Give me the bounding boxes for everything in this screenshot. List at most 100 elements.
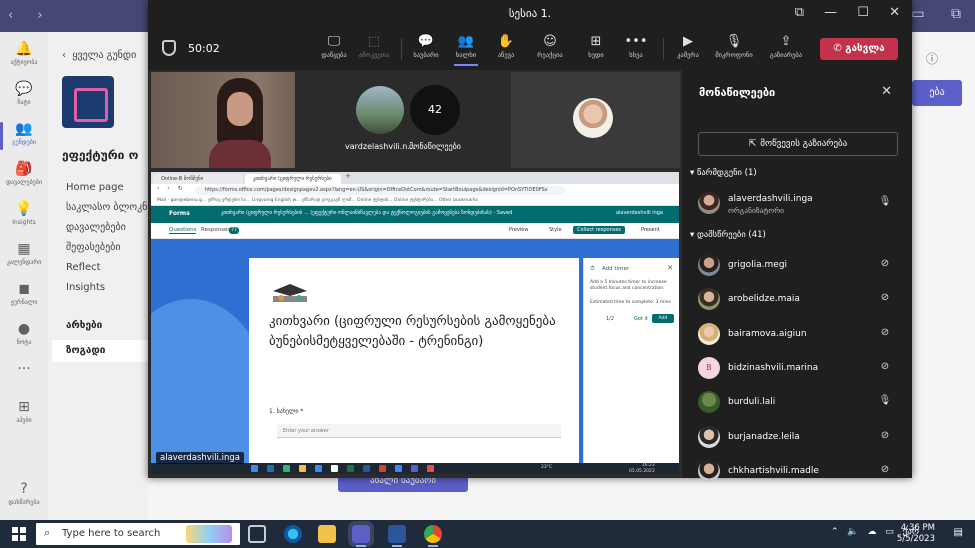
- channels-section[interactable]: არხები: [66, 320, 102, 331]
- taskbar-app-icon[interactable]: [363, 465, 370, 472]
- file-explorer-icon[interactable]: [318, 525, 336, 543]
- address-input[interactable]: https://forms.office.com/pages/designpag…: [195, 186, 565, 195]
- present-button[interactable]: Present: [641, 227, 660, 233]
- mic-on-icon[interactable]: 🎙: [878, 196, 892, 210]
- tab-responses[interactable]: Responses: [201, 227, 230, 233]
- taskbar-search[interactable]: ⌕ Type here to search: [36, 523, 240, 545]
- timer-pagination[interactable]: 1/2: [606, 316, 614, 322]
- tab-questions[interactable]: Questions: [169, 227, 197, 234]
- meet-button[interactable]: ება: [912, 80, 962, 106]
- rail-more[interactable]: ···: [0, 356, 48, 396]
- rail-app[interactable]: ● ნოტა: [0, 316, 48, 356]
- start-icon[interactable]: [12, 527, 26, 541]
- collect-responses-button[interactable]: Collect responses: [573, 226, 626, 234]
- rail-insights[interactable]: 💡 Insights: [0, 196, 48, 236]
- taskbar-app-icon[interactable]: [395, 465, 402, 472]
- all-teams-back-link[interactable]: ‹ ყველა გუნდი: [62, 50, 136, 61]
- forms-user[interactable]: alaverdashvili inga: [616, 210, 663, 216]
- team-link-home[interactable]: Home page: [66, 182, 124, 193]
- leave-button[interactable]: ✆ გასვლა: [820, 38, 898, 60]
- participant-row[interactable]: arobelidze.maia ⊘: [698, 284, 898, 314]
- new-tab-icon[interactable]: +: [345, 172, 351, 180]
- browser-tab-active[interactable]: კითხვარი (ციფრული რესურსები: [245, 174, 341, 184]
- rail-help[interactable]: ? დახმარება: [0, 476, 48, 516]
- meeting-window-controls[interactable]: ⧉ — ☐ ✕: [795, 5, 900, 20]
- teams-window-controls[interactable]: ▭ ⧉: [911, 6, 961, 22]
- browser-nav-icons[interactable]: ‹ › ↻: [157, 185, 186, 192]
- rail-assignments[interactable]: 🎒 დავალებები: [0, 156, 48, 196]
- team-link-assignments[interactable]: დავალებები: [66, 222, 126, 233]
- word-icon[interactable]: [388, 525, 406, 547]
- rail-apps[interactable]: ⊞ აპები: [0, 394, 48, 434]
- close-icon[interactable]: ✕: [667, 264, 673, 272]
- add-timer-button[interactable]: Add: [652, 314, 674, 323]
- taskbar-app-icon[interactable]: [331, 465, 338, 472]
- form-title[interactable]: კითხვარი (ციფრული რესურსების გამოყენება …: [269, 312, 559, 352]
- rail-bell[interactable]: 🔔 აქტივობა: [0, 36, 48, 76]
- mic-off-icon[interactable]: ⊘: [878, 464, 892, 478]
- browser-tab[interactable]: Online-B მოწმენი: [153, 174, 243, 184]
- participant-row[interactable]: chkhartishvili.madle ⊘: [698, 456, 898, 486]
- participant-row[interactable]: burjanadze.leila ⊘: [698, 422, 898, 452]
- form-question[interactable]: 1. სახელი *: [269, 408, 303, 415]
- share-button[interactable]: ⇪ გაზიარება: [766, 34, 806, 60]
- taskbar-app-icon[interactable]: [267, 465, 274, 472]
- screenshare-off-button[interactable]: ⬚ ამოკვეთა: [354, 34, 394, 60]
- team-link-insights[interactable]: Insights: [66, 282, 105, 293]
- view-button[interactable]: ⊞ ხედი: [576, 34, 616, 60]
- screen-button[interactable]: 🖵 დაწყება: [314, 34, 354, 60]
- rail-teams[interactable]: 👥 გუნდები: [0, 116, 48, 156]
- taskbar-app-icon[interactable]: [299, 465, 306, 472]
- participant-row[interactable]: grigolia.megi ⊘: [698, 250, 898, 280]
- reactions-button[interactable]: ☺ რეაქცია: [530, 34, 570, 60]
- chrome-icon[interactable]: [424, 525, 442, 547]
- style-button[interactable]: Style: [549, 227, 562, 233]
- team-link-notebook[interactable]: საკლასო ბლოკნ: [66, 202, 147, 213]
- shared-screen[interactable]: Online-B მოწმენი კითხვარი (ციფრული რესურ…: [151, 172, 679, 474]
- preview-button[interactable]: Preview: [509, 227, 528, 233]
- edge-icon[interactable]: [284, 525, 302, 543]
- rail-calendar[interactable]: ▦ კალენდარი: [0, 236, 48, 276]
- attendees-section[interactable]: ▾ დამსწრეები (41): [690, 230, 766, 240]
- got-it-link[interactable]: Got it: [634, 316, 648, 322]
- mic-off-icon[interactable]: ⊘: [878, 258, 892, 272]
- notification-icon[interactable]: ▤: [954, 527, 963, 538]
- chat-button[interactable]: 💬 საუბარი: [406, 34, 446, 60]
- mic-off-icon[interactable]: ⊘: [878, 292, 892, 306]
- taskbar-app-icon[interactable]: [251, 465, 258, 472]
- forms-app-name[interactable]: Forms: [169, 210, 190, 217]
- mic-off-icon[interactable]: ⊘: [878, 327, 892, 341]
- info-icon[interactable]: ⓘ: [926, 50, 938, 67]
- participant-row[interactable]: bairamova.aigiun ⊘: [698, 319, 898, 349]
- shield-icon[interactable]: [162, 40, 176, 56]
- camera-off-button[interactable]: ▶ კამერა: [668, 34, 708, 60]
- participant-row[interactable]: Bbidzinashvili.marina ⊘: [698, 353, 898, 383]
- mic-off-button[interactable]: 🎙 მიკროფონი: [714, 34, 754, 60]
- back-forward-nav[interactable]: ‹ ›: [8, 8, 53, 23]
- close-icon[interactable]: ✕: [881, 84, 892, 99]
- taskbar-app-icon[interactable]: [379, 465, 386, 472]
- people-button[interactable]: 👥 ხალხი: [446, 34, 486, 66]
- video-tile-right[interactable]: [511, 72, 680, 168]
- task-view-icon[interactable]: [248, 525, 266, 543]
- rail-chat[interactable]: 💬 ჩატი: [0, 76, 48, 116]
- taskbar-app-icon[interactable]: [427, 465, 434, 472]
- more-button[interactable]: ••• სხვა: [616, 34, 656, 60]
- team-link-reflect[interactable]: Reflect: [66, 262, 101, 273]
- taskbar-app-icon[interactable]: [347, 465, 354, 472]
- participant-row-organizer[interactable]: alaverdashvili.inga ორგანიზატორი 🎙: [698, 188, 898, 218]
- raise-hand-button[interactable]: ✋ აწევა: [486, 34, 526, 60]
- organizers-section[interactable]: ▾ წარმდგენი (1): [690, 168, 757, 178]
- team-link-grades[interactable]: შეფასებები: [66, 242, 121, 253]
- taskbar-app-icon[interactable]: [315, 465, 322, 472]
- rail-reflect[interactable]: ◼ ჟურნალი: [0, 276, 48, 316]
- mic-off-icon[interactable]: ⊘: [878, 361, 892, 375]
- participant-row[interactable]: burduli.lali 🎙: [698, 387, 898, 417]
- channel-general[interactable]: ზოგადი: [52, 340, 148, 362]
- taskbar-app-icon[interactable]: [283, 465, 290, 472]
- mic-off-icon[interactable]: ⊘: [878, 430, 892, 444]
- form-answer-input[interactable]: Enter your answer: [277, 424, 561, 438]
- taskbar-app-icon[interactable]: [411, 465, 418, 472]
- mic-on-icon[interactable]: 🎙: [878, 395, 892, 409]
- taskbar-clock[interactable]: 4:36 PM 5/5/2023: [897, 523, 935, 545]
